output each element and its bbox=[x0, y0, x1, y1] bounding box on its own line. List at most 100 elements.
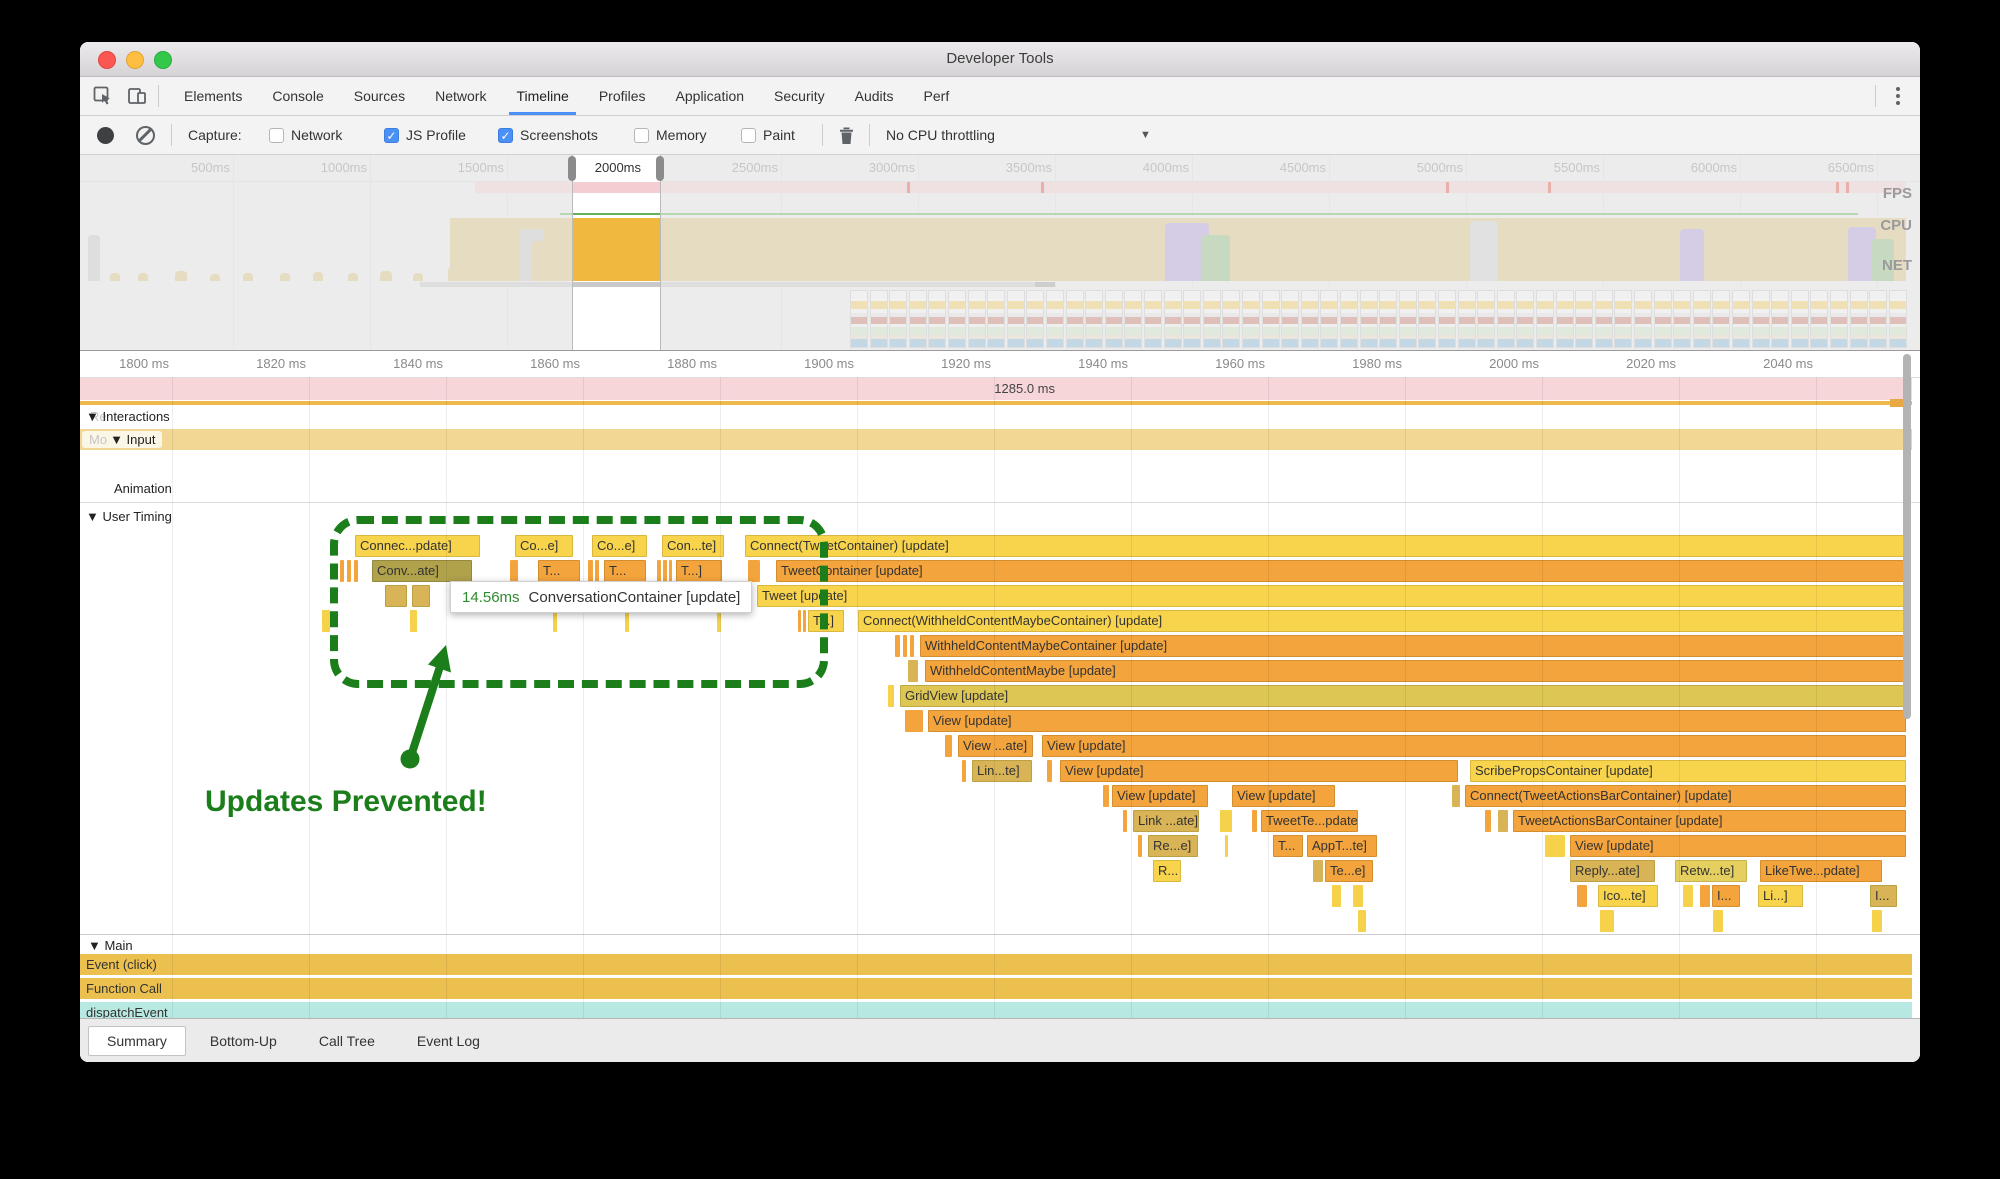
flame-bar[interactable] bbox=[903, 635, 907, 657]
tab-security[interactable]: Security bbox=[759, 78, 840, 115]
flame-bar[interactable] bbox=[1545, 835, 1565, 857]
flame-bar[interactable] bbox=[1353, 885, 1363, 907]
tab-console[interactable]: Console bbox=[257, 78, 338, 115]
tab-audits[interactable]: Audits bbox=[840, 78, 909, 115]
capture-checkbox-memory[interactable]: Memory bbox=[634, 116, 707, 154]
flame-bar[interactable] bbox=[1683, 885, 1693, 907]
flame-bar[interactable]: View [update] bbox=[1570, 835, 1906, 857]
flame-bar[interactable] bbox=[1358, 910, 1366, 932]
flame-bar[interactable] bbox=[945, 735, 952, 757]
flame-bar[interactable]: LikeTwe...pdate] bbox=[1760, 860, 1882, 882]
capture-checkbox-network[interactable]: Network bbox=[269, 116, 342, 154]
input-section-header[interactable]: Mo ▼ Input bbox=[82, 431, 162, 448]
flame-bar[interactable] bbox=[1103, 785, 1109, 807]
flame-bar[interactable] bbox=[1313, 860, 1323, 882]
flame-bar[interactable]: ScribePropsContainer [update] bbox=[1470, 760, 1906, 782]
capture-checkbox-paint[interactable]: Paint bbox=[741, 116, 795, 154]
flame-bar[interactable] bbox=[1577, 885, 1587, 907]
flame-bar[interactable]: Reply...ate] bbox=[1570, 860, 1655, 882]
flame-bar[interactable] bbox=[1225, 835, 1228, 857]
flame-bar[interactable]: TweetActionsBarContainer [update] bbox=[1513, 810, 1906, 832]
flame-bar[interactable]: T... bbox=[1273, 835, 1303, 857]
tab-elements[interactable]: Elements bbox=[169, 78, 257, 115]
flame-bar[interactable] bbox=[1252, 810, 1257, 832]
tab-profiles[interactable]: Profiles bbox=[584, 78, 661, 115]
vertical-scrollbar[interactable] bbox=[1903, 354, 1911, 719]
tab-network[interactable]: Network bbox=[420, 78, 501, 115]
checkbox-checked-icon[interactable]: ✓ bbox=[384, 128, 399, 143]
flame-bar[interactable]: GridView [update] bbox=[900, 685, 1906, 707]
flame-bar[interactable]: WithheldContentMaybe [update] bbox=[925, 660, 1906, 682]
flame-bar[interactable]: WithheldContentMaybeContainer [update] bbox=[920, 635, 1906, 657]
flame-bar[interactable]: Re...e] bbox=[1148, 835, 1198, 857]
checkbox-unchecked-icon[interactable] bbox=[741, 128, 756, 143]
tab-application[interactable]: Application bbox=[661, 78, 760, 115]
flame-bar[interactable] bbox=[1872, 910, 1882, 932]
flame-bar[interactable]: TweetTe...pdate] bbox=[1261, 810, 1358, 832]
bottom-tab-event-log[interactable]: Event Log bbox=[399, 1027, 498, 1055]
main-section-header[interactable]: ▼ Main bbox=[88, 938, 133, 953]
flame-bar[interactable] bbox=[1498, 810, 1508, 832]
selection-right-handle[interactable] bbox=[656, 156, 664, 181]
flame-bar[interactable]: Te...e] bbox=[1325, 860, 1373, 882]
main-thread-bar[interactable]: Function Call bbox=[80, 978, 1912, 999]
clear-recording-icon[interactable] bbox=[136, 116, 155, 154]
flame-bar[interactable]: Connect(TweetContainer) [update] bbox=[745, 535, 1906, 557]
flame-bar[interactable] bbox=[1138, 835, 1142, 857]
bottom-tab-summary[interactable]: Summary bbox=[88, 1026, 186, 1056]
flame-bar[interactable] bbox=[322, 610, 330, 632]
flame-bar[interactable] bbox=[1700, 885, 1710, 907]
flame-bar[interactable]: I... bbox=[1712, 885, 1740, 907]
flame-bar[interactable] bbox=[1713, 910, 1723, 932]
selection-left-handle[interactable] bbox=[568, 156, 576, 181]
flame-bar[interactable]: Tweet [update] bbox=[757, 585, 1906, 607]
checkbox-checked-icon[interactable]: ✓ bbox=[498, 128, 513, 143]
flame-bar[interactable] bbox=[910, 635, 914, 657]
device-toolbar-icon[interactable] bbox=[126, 85, 148, 107]
flame-bar[interactable]: View [update] bbox=[1042, 735, 1906, 757]
flame-bar[interactable] bbox=[908, 660, 918, 682]
timeline-flamechart-pane[interactable]: 1285.0 ms Re ▼ Interactions Mo ▼ Input A… bbox=[80, 351, 1920, 1018]
interactions-section-header[interactable]: ▼ Interactions bbox=[86, 409, 170, 424]
chevron-down-icon[interactable]: ▼ bbox=[1140, 116, 1151, 154]
tab-sources[interactable]: Sources bbox=[339, 78, 420, 115]
more-options-icon[interactable] bbox=[1888, 85, 1908, 107]
flame-bar[interactable] bbox=[1485, 810, 1491, 832]
main-thread-bar[interactable]: dispatchEvent bbox=[80, 1002, 1912, 1018]
user-timing-section-header[interactable]: ▼ User Timing bbox=[86, 509, 172, 524]
flame-bar[interactable] bbox=[1220, 810, 1232, 832]
timeline-overview[interactable]: 500ms1000ms1500ms2000ms2500ms3000ms3500m… bbox=[80, 155, 1920, 351]
flame-bar[interactable] bbox=[1332, 885, 1341, 907]
checkbox-unchecked-icon[interactable] bbox=[634, 128, 649, 143]
bottom-tab-bottom-up[interactable]: Bottom-Up bbox=[192, 1027, 295, 1055]
flame-bar[interactable]: TweetContainer [update] bbox=[776, 560, 1906, 582]
flame-bar[interactable] bbox=[1123, 810, 1127, 832]
tab-timeline[interactable]: Timeline bbox=[501, 78, 583, 115]
main-thread-bar[interactable]: Event (click) bbox=[80, 954, 1912, 975]
trash-icon[interactable] bbox=[838, 116, 855, 154]
flame-bar[interactable]: View [update] bbox=[1060, 760, 1458, 782]
flame-bar[interactable] bbox=[1600, 910, 1614, 932]
flame-bar[interactable]: Connect(TweetActionsBarContainer) [updat… bbox=[1465, 785, 1906, 807]
checkbox-unchecked-icon[interactable] bbox=[269, 128, 284, 143]
flame-bar[interactable]: Lin...te] bbox=[972, 760, 1032, 782]
flame-bar[interactable]: Connect(WithheldContentMaybeContainer) [… bbox=[858, 610, 1906, 632]
capture-checkbox-screenshots[interactable]: ✓Screenshots bbox=[498, 116, 598, 154]
cpu-throttling-select[interactable]: No CPU throttling bbox=[886, 116, 995, 154]
bottom-tab-call-tree[interactable]: Call Tree bbox=[301, 1027, 393, 1055]
flame-bar[interactable]: Li...] bbox=[1758, 885, 1803, 907]
flame-bar[interactable] bbox=[888, 685, 894, 707]
flame-bar[interactable]: View [update] bbox=[1112, 785, 1208, 807]
flame-bar[interactable]: Link ...ate] bbox=[1133, 810, 1199, 832]
record-button[interactable] bbox=[97, 116, 114, 154]
flame-bar[interactable]: View ...ate] bbox=[958, 735, 1033, 757]
flame-bar[interactable] bbox=[1452, 785, 1460, 807]
flame-bar[interactable]: AppT...te] bbox=[1307, 835, 1377, 857]
flame-bar[interactable]: View [update] bbox=[928, 710, 1906, 732]
flame-bar[interactable] bbox=[895, 635, 900, 657]
capture-checkbox-js-profile[interactable]: ✓JS Profile bbox=[384, 116, 466, 154]
animation-section-header[interactable]: Animation bbox=[114, 481, 172, 496]
flame-bar[interactable] bbox=[1047, 760, 1052, 782]
flame-bar[interactable] bbox=[962, 760, 966, 782]
inspect-element-icon[interactable] bbox=[92, 85, 114, 107]
